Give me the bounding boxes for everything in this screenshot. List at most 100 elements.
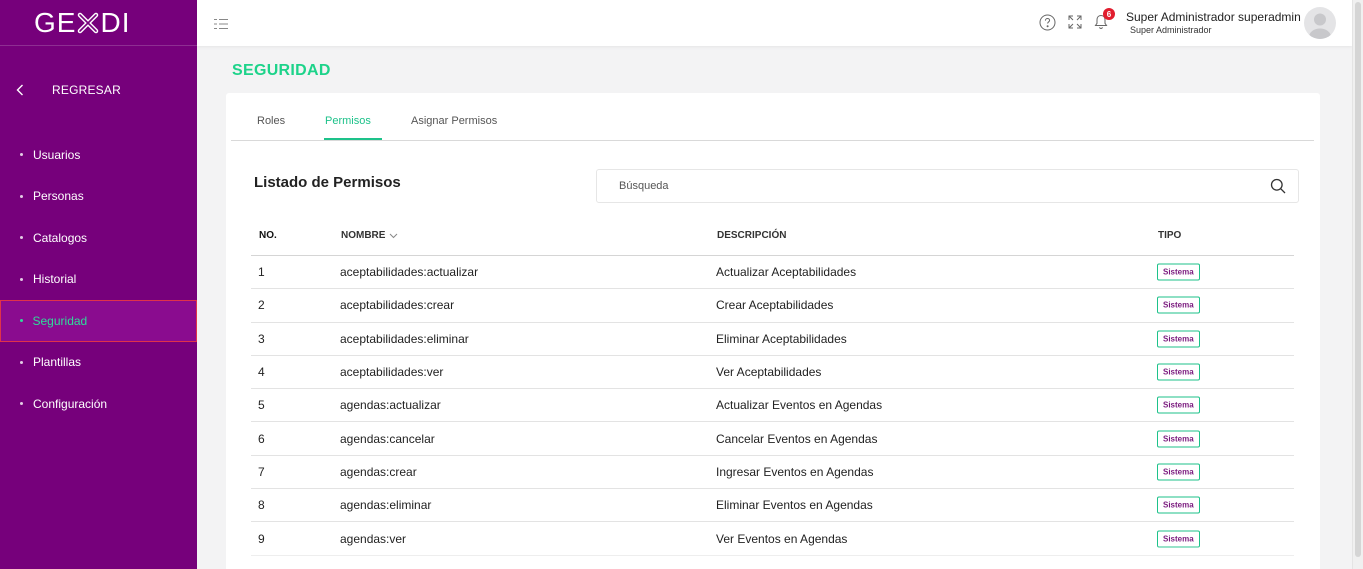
avatar[interactable] — [1304, 7, 1336, 39]
type-badge: Sistema — [1157, 430, 1200, 448]
sidebar-item-historial[interactable]: Historial — [0, 259, 197, 301]
table-row[interactable]: 4 aceptabilidades:ver Ver Aceptabilidade… — [251, 356, 1294, 390]
sidebar-item-usuarios[interactable]: Usuarios — [0, 134, 197, 176]
bullet-icon — [20, 236, 23, 240]
bullet-icon — [20, 360, 23, 364]
bullet-icon — [20, 402, 23, 406]
tab-permisos[interactable]: Permisos — [325, 115, 371, 127]
list-title: Listado de Permisos — [254, 174, 401, 191]
cell-tipo: Sistema — [1157, 296, 1200, 314]
type-badge: Sistema — [1157, 296, 1200, 314]
cell-no: 7 — [258, 464, 265, 479]
cell-nombre: aceptabilidades:ver — [340, 365, 444, 380]
back-label: REGRESAR — [52, 83, 121, 97]
cell-nombre: agendas:eliminar — [340, 498, 432, 513]
page-title: SEGURIDAD — [232, 62, 331, 79]
cell-descripcion: Ver Aceptabilidades — [716, 365, 822, 380]
table-row[interactable]: 7 agendas:crear Ingresar Eventos en Agen… — [251, 456, 1294, 490]
column-header-nombre[interactable]: NOMBRE — [341, 230, 398, 241]
permissions-card: Roles Permisos Asignar Permisos Listado … — [226, 93, 1320, 569]
cell-no: 6 — [258, 431, 265, 446]
column-header-label: NOMBRE — [341, 230, 386, 241]
sidebar-item-label: Usuarios — [33, 147, 81, 162]
sort-chevron-down-icon — [390, 233, 398, 238]
bullet-icon — [20, 153, 23, 157]
cell-descripcion: Ver Eventos en Agendas — [716, 531, 848, 546]
column-header-descripcion: DESCRIPCIÓN — [717, 230, 787, 241]
logo-text-left: GE — [34, 6, 77, 38]
help-icon[interactable] — [1039, 14, 1056, 36]
cell-tipo: Sistema — [1157, 263, 1200, 281]
sidebar-item-label: Seguridad — [32, 313, 88, 328]
cell-nombre: aceptabilidades:eliminar — [340, 331, 469, 346]
top-header: 6 Super Administrador superadmin Super A… — [197, 0, 1352, 46]
cell-no: 9 — [258, 531, 265, 546]
type-badge: Sistema — [1157, 396, 1200, 414]
tab-bar: Roles Permisos Asignar Permisos — [231, 93, 1314, 141]
sidebar: GE DI REGRESAR Usuarios Personas Catalog… — [0, 0, 197, 569]
cell-tipo: Sistema — [1157, 396, 1200, 414]
fullscreen-icon[interactable] — [1068, 15, 1082, 34]
cell-nombre: aceptabilidades:crear — [340, 298, 455, 313]
cell-no: 5 — [258, 398, 265, 413]
sidebar-item-configuracion[interactable]: Configuración — [0, 383, 197, 425]
logo-x-icon — [78, 12, 99, 33]
cell-no: 3 — [258, 331, 265, 346]
cell-descripcion: Actualizar Eventos en Agendas — [716, 398, 883, 413]
sidebar-item-label: Configuración — [33, 396, 108, 411]
sidebar-item-catalogos[interactable]: Catalogos — [0, 217, 197, 259]
sidebar-item-label: Historial — [33, 272, 77, 287]
cell-descripcion: Eliminar Eventos en Agendas — [716, 498, 873, 513]
table-row[interactable]: 1 aceptabilidades:actualizar Actualizar … — [251, 256, 1294, 290]
search-input[interactable] — [597, 170, 1258, 202]
cell-nombre: agendas:cancelar — [340, 431, 435, 446]
sidebar-item-personas[interactable]: Personas — [0, 176, 197, 218]
cell-nombre: agendas:ver — [340, 531, 407, 546]
chevron-left-icon — [16, 84, 36, 96]
type-badge: Sistema — [1157, 363, 1200, 381]
type-badge: Sistema — [1157, 496, 1200, 514]
table-row[interactable]: 2 aceptabilidades:crear Crear Aceptabili… — [251, 289, 1294, 323]
cell-no: 4 — [258, 365, 265, 380]
table-row[interactable]: 3 aceptabilidades:eliminar Eliminar Acep… — [251, 323, 1294, 356]
cell-descripcion: Ingresar Eventos en Agendas — [716, 464, 874, 479]
cell-nombre: aceptabilidades:actualizar — [340, 265, 479, 280]
back-button[interactable]: REGRESAR — [0, 46, 197, 134]
cell-no: 1 — [258, 265, 265, 280]
cell-tipo: Sistema — [1157, 330, 1200, 348]
sidebar-item-label: Personas — [33, 189, 84, 204]
type-badge: Sistema — [1157, 330, 1200, 348]
app-logo[interactable]: GE DI — [0, 0, 197, 46]
permissions-table: NO. NOMBRE DESCRIPCIÓN TIPO 1 aceptabili… — [251, 218, 1294, 556]
menu-icon[interactable] — [213, 17, 229, 35]
scroll-fade — [226, 545, 1320, 569]
search-icon[interactable] — [1258, 178, 1298, 194]
logo-text-right: DI — [100, 6, 131, 38]
cell-tipo: Sistema — [1157, 463, 1200, 481]
cell-nombre: agendas:actualizar — [340, 398, 441, 413]
bullet-icon — [19, 319, 23, 323]
sidebar-item-seguridad[interactable]: Seguridad — [0, 300, 197, 342]
table-row[interactable]: 5 agendas:actualizar Actualizar Eventos … — [251, 389, 1294, 423]
sidebar-item-label: Plantillas — [33, 355, 82, 370]
cell-nombre: agendas:crear — [340, 464, 417, 479]
cell-descripcion: Eliminar Aceptabilidades — [716, 331, 847, 346]
cell-descripcion: Actualizar Aceptabilidades — [716, 265, 857, 280]
bullet-icon — [20, 194, 23, 198]
tab-asignar-permisos[interactable]: Asignar Permisos — [411, 115, 497, 127]
table-row[interactable]: 6 agendas:cancelar Cancelar Eventos en A… — [251, 422, 1294, 456]
column-header-tipo: TIPO — [1158, 230, 1182, 241]
sidebar-nav: Usuarios Personas Catalogos Historial Se… — [0, 134, 197, 425]
user-name[interactable]: Super Administrador superadmin — [1126, 10, 1301, 24]
cell-tipo: Sistema — [1157, 496, 1200, 514]
notification-badge: 6 — [1103, 8, 1115, 20]
sidebar-item-plantillas[interactable]: Plantillas — [0, 342, 197, 384]
cell-tipo: Sistema — [1157, 363, 1200, 381]
tab-roles[interactable]: Roles — [257, 115, 285, 127]
bullet-icon — [20, 277, 23, 281]
table-row[interactable]: 8 agendas:eliminar Eliminar Eventos en A… — [251, 489, 1294, 523]
scrollbar-thumb[interactable] — [1355, 2, 1361, 557]
active-tab-indicator — [324, 138, 382, 140]
page-scrollbar[interactable] — [1352, 0, 1363, 569]
cell-tipo: Sistema — [1157, 430, 1200, 448]
